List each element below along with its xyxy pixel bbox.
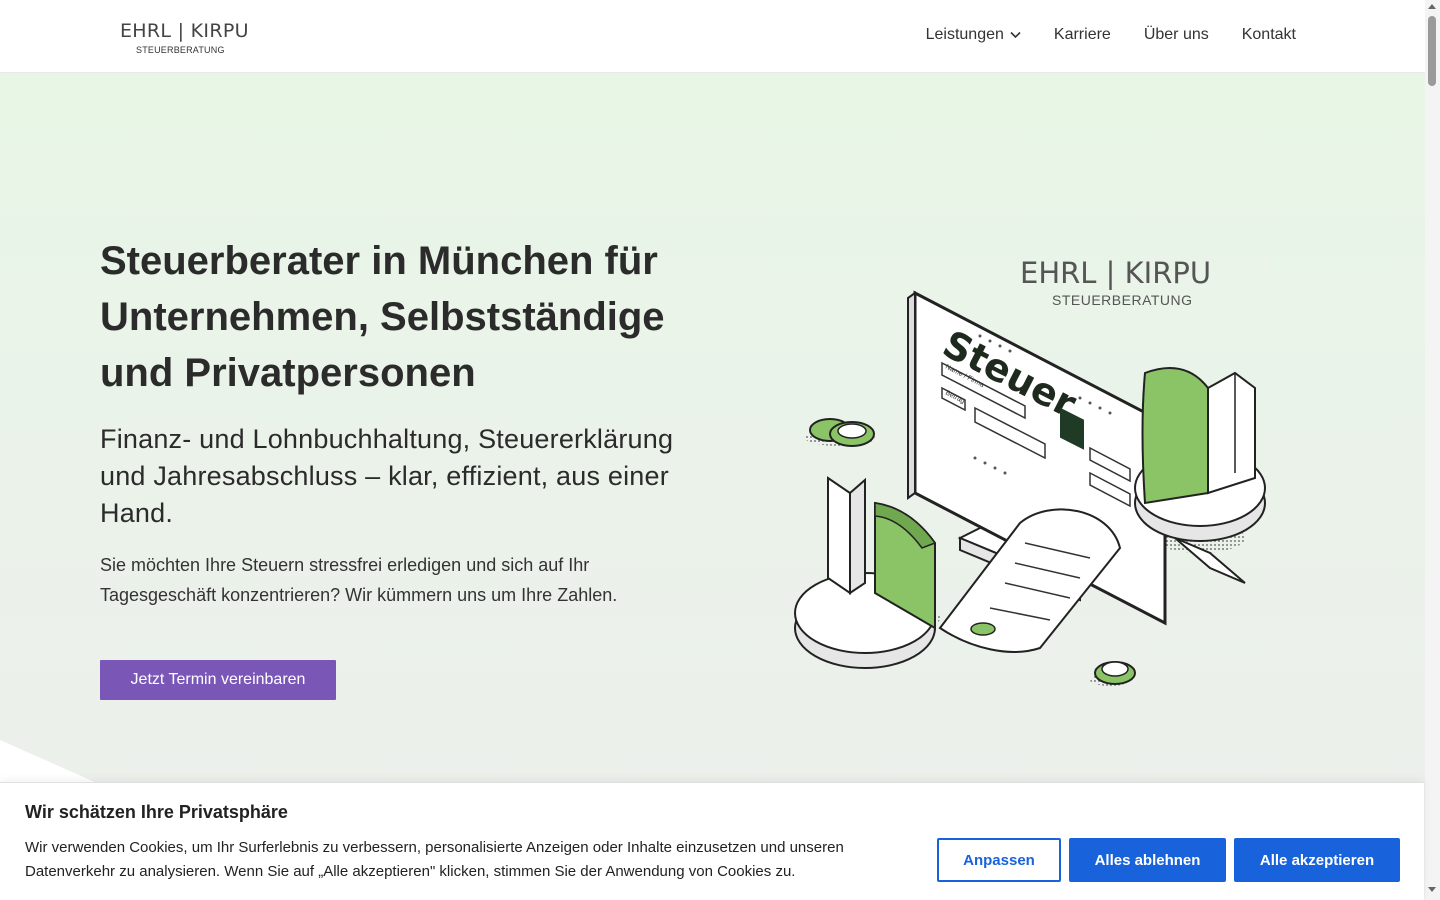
scroll-up-arrow-icon[interactable] [1428,4,1436,9]
book-appointment-button[interactable]: Jetzt Termin vereinbaren [100,660,336,700]
cookie-banner-text: Wir verwenden Cookies, um Ihr Surferlebn… [25,839,844,880]
nav-item-label: Karriere [1053,26,1111,43]
hero-section: Steuerberater in München für Unternehmen… [0,73,1425,900]
cookie-customize-button[interactable]: Anpassen [937,838,1061,882]
logo-subtitle: STEUERBERATUNG [136,45,225,55]
cookie-banner-title: Wir schätzen Ihre Privatsphäre [25,802,288,822]
site-header: EHRL | KIRPU STEUERBERATUNG Leistungen K… [0,0,1425,73]
nav-item-label: Über uns [1143,26,1209,43]
site-logo[interactable]: EHRL | KIRPU STEUERBERATUNG [120,20,248,56]
nav-item-label: Kontakt [1241,26,1296,43]
nav-item-karriere[interactable]: Karriere [1054,26,1111,44]
scroll-down-arrow-icon[interactable] [1428,887,1436,892]
main-navigation: Leistungen Karriere Über uns Kontakt [926,26,1296,44]
hero-subtitle: Finanz- und Lohnbuchhaltung, Steuererklä… [100,424,674,528]
illustration-brand-sub: STEUERBERATUNG [1052,292,1193,308]
nav-item-kontakt[interactable]: Kontakt [1242,26,1296,44]
nav-item-label: Leistungen [925,26,1004,43]
illustration-brand: EHRL | KIRPU [1020,256,1211,290]
chevron-down-icon [1010,31,1021,39]
hero-lead-text: Sie möchten Ihre Steuern stressfrei erle… [100,555,618,605]
nav-item-ueber-uns[interactable]: Über uns [1144,26,1209,44]
page-scrollbar[interactable] [1425,0,1440,900]
logo-wordmark: EHRL | KIRPU [120,20,249,42]
tax-illustration: EHRL | KIRPU STEUERBERATUNG Steuer Name … [794,256,1266,686]
cookie-reject-all-button[interactable]: Alles ablehnen [1069,838,1226,882]
cookie-banner: Wir schätzen Ihre Privatsphäre Wir verwe… [0,782,1424,900]
hero-title: Steuerberater in München für Unternehmen… [100,239,665,395]
nav-item-leistungen[interactable]: Leistungen [926,26,1021,44]
scrollbar-thumb[interactable] [1428,16,1436,86]
cookie-accept-all-button[interactable]: Alle akzeptieren [1234,838,1400,882]
